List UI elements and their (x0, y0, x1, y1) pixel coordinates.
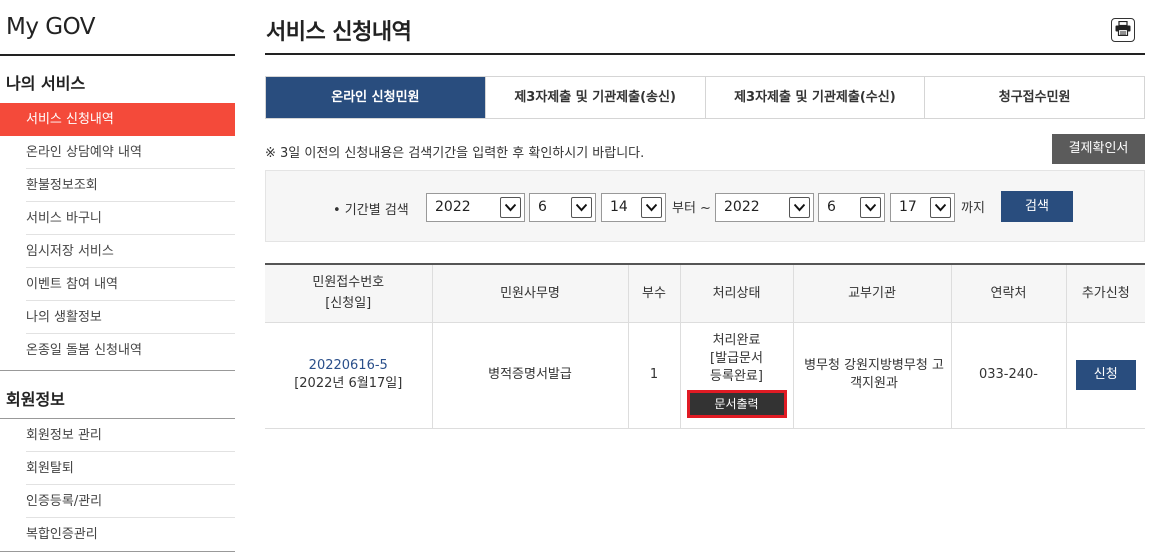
sidebar: My GOV 나의 서비스 서비스 신청내역 온라인 상담예약 내역 환불정보조… (0, 0, 235, 556)
table-row: 20220616-5 [2022년 6월17일] 병적증명서발급 1 처리완료 … (265, 322, 1145, 429)
member-info-menu: 회원정보 관리 회원탈퇴 인증등록/관리 복합인증관리 (0, 419, 235, 551)
status-text: 처리완료 (712, 333, 761, 348)
sidebar-item-label: 임시저장 서비스 (26, 244, 114, 259)
sidebar-item-refund-info[interactable]: 환불정보조회 (0, 169, 235, 202)
sidebar-item-event-history[interactable]: 이벤트 참여 내역 (0, 268, 235, 301)
sidebar-item-label: 서비스 바구니 (26, 211, 102, 226)
table-header-row: 민원접수번호 [신청일] 민원사무명 부수 처리상태 교부기관 연락처 추가신청 (265, 263, 1145, 323)
to-day-value: 17 (899, 199, 917, 215)
chevron-down-icon (641, 197, 662, 218)
brand-title[interactable]: My GOV (6, 14, 96, 40)
col-header-extra: 추가신청 (1065, 263, 1145, 323)
to-suffix: 까지 (961, 201, 985, 216)
sidebar-item-withdraw[interactable]: 회원탈퇴 (0, 452, 235, 485)
to-year-value: 2022 (724, 199, 760, 215)
tab-third-party-sent[interactable]: 제3자제출 및 기관제출(송신) (484, 77, 705, 118)
col-header-contact: 연락처 (950, 263, 1066, 323)
sidebar-item-label: 회원탈퇴 (26, 461, 74, 476)
tab-claim-applications[interactable]: 청구접수민원 (924, 77, 1144, 118)
cell-agency: 병무청 강원지방병무청 고객지원과 (792, 322, 951, 429)
my-services-menu: 서비스 신청내역 온라인 상담예약 내역 환불정보조회 서비스 바구니 임시저장… (0, 103, 235, 367)
cell-status: 처리완료 [발급문서 등록완료] 문서출력 (679, 322, 793, 429)
from-day-value: 14 (610, 199, 628, 215)
from-suffix: 부터 ~ (672, 201, 711, 216)
sidebar-item-service-history[interactable]: 서비스 신청내역 (0, 103, 235, 136)
receipt-number-link[interactable]: 20220616-5 (309, 358, 388, 373)
print-button[interactable] (1111, 18, 1135, 42)
section-title-my-services: 나의 서비스 (6, 74, 86, 93)
sidebar-item-care-history[interactable]: 온종일 돌봄 신청내역 (0, 334, 235, 367)
to-month-select[interactable]: 6 (818, 193, 885, 222)
sidebar-item-consult-reservation[interactable]: 온라인 상담예약 내역 (0, 136, 235, 169)
sidebar-item-cert-manage[interactable]: 인증등록/관리 (0, 485, 235, 518)
from-year-select[interactable]: 2022 (426, 193, 525, 222)
search-button[interactable]: 검색 (1001, 191, 1073, 222)
search-label: • 기간별 검색 (333, 203, 409, 218)
from-month-value: 6 (538, 199, 547, 215)
sidebar-item-multi-auth[interactable]: 복합인증관리 (0, 518, 235, 551)
sidebar-item-member-manage[interactable]: 회원정보 관리 (0, 419, 235, 452)
sidebar-item-label: 인증등록/관리 (26, 494, 103, 509)
from-day-select[interactable]: 14 (601, 193, 666, 222)
to-day-select[interactable]: 17 (890, 193, 955, 222)
search-panel: • 기간별 검색 2022 6 14 부터 ~ 2022 6 17 까지 검색 (265, 170, 1145, 242)
divider (0, 54, 235, 56)
sidebar-item-label: 서비스 신청내역 (26, 112, 114, 127)
cell-copies: 1 (627, 322, 680, 429)
printer-icon (1115, 20, 1131, 40)
from-month-select[interactable]: 6 (529, 193, 596, 222)
notice-text: ※ 3일 이전의 신청내용은 검색기간을 입력한 후 확인하시기 바랍니다. (265, 146, 645, 161)
print-document-button[interactable]: 문서출력 (686, 390, 787, 418)
section-title-member-info: 회원정보 (6, 390, 65, 409)
sidebar-item-label: 온종일 돌봄 신청내역 (26, 343, 142, 358)
apply-button[interactable]: 신청 (1075, 360, 1136, 390)
status-text: 등록완료] (710, 369, 763, 384)
tab-online-applications[interactable]: 온라인 신청민원 (266, 77, 485, 118)
cell-receipt: 20220616-5 [2022년 6월17일] (265, 322, 432, 429)
to-year-select[interactable]: 2022 (715, 193, 814, 222)
col-header-copies: 부수 (627, 263, 680, 323)
col-header-status: 처리상태 (679, 263, 793, 323)
results-table: 민원접수번호 [신청일] 민원사무명 부수 처리상태 교부기관 연락처 추가신청 … (265, 263, 1145, 429)
header-label: 민원접수번호 (312, 275, 385, 291)
divider (0, 551, 235, 552)
cell-contact: 033-240- (950, 322, 1066, 429)
chevron-down-icon (930, 197, 951, 218)
cell-name: 병적증명서발급 (431, 322, 628, 429)
tab-third-party-received[interactable]: 제3자제출 및 기관제출(수신) (704, 77, 925, 118)
sidebar-item-service-basket[interactable]: 서비스 바구니 (0, 202, 235, 235)
col-header-agency: 교부기관 (792, 263, 951, 323)
chevron-down-icon (860, 197, 881, 218)
tab-bar: 온라인 신청민원 제3자제출 및 기관제출(송신) 제3자제출 및 기관제출(수… (265, 76, 1145, 119)
to-month-value: 6 (827, 199, 836, 215)
sidebar-item-life-info[interactable]: 나의 생활정보 (0, 301, 235, 334)
sidebar-item-label: 나의 생활정보 (26, 310, 102, 325)
chevron-down-icon (571, 197, 592, 218)
application-date: [2022년 6월17일] (294, 376, 403, 391)
payment-receipt-button[interactable]: 결제확인서 (1052, 134, 1145, 164)
status-text: [발급문서 (710, 351, 763, 366)
cell-extra: 신청 (1065, 322, 1145, 429)
sidebar-item-label: 회원정보 관리 (26, 428, 102, 443)
sidebar-item-label: 복합인증관리 (26, 527, 98, 542)
page-title: 서비스 신청내역 (266, 20, 412, 45)
divider (265, 53, 1145, 55)
sidebar-item-label: 환불정보조회 (26, 178, 98, 193)
col-header-receipt-no: 민원접수번호 [신청일] (265, 263, 432, 323)
sidebar-item-label: 이벤트 참여 내역 (26, 277, 118, 292)
sidebar-item-label: 온라인 상담예약 내역 (26, 145, 142, 160)
sidebar-item-temp-saved[interactable]: 임시저장 서비스 (0, 235, 235, 268)
col-header-name: 민원사무명 (431, 263, 628, 323)
divider (0, 370, 235, 371)
chevron-down-icon (500, 197, 521, 218)
from-year-value: 2022 (435, 199, 471, 215)
header-label: [신청일] (325, 296, 372, 312)
chevron-down-icon (789, 197, 810, 218)
